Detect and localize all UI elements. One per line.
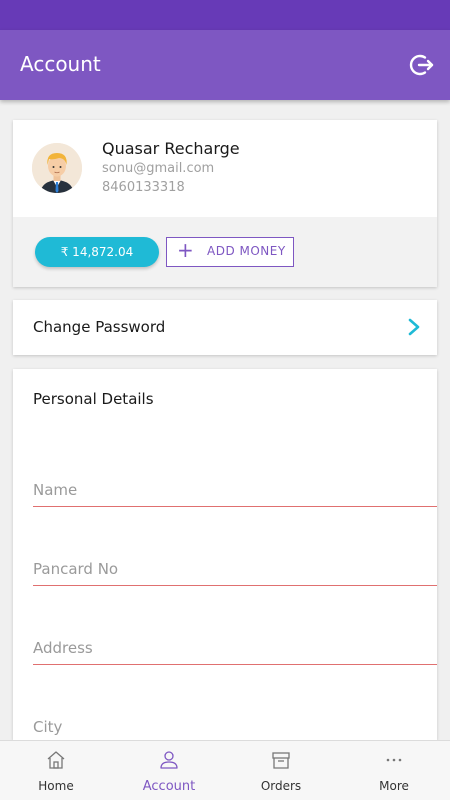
city-field-wrapper (33, 710, 437, 744)
user-email: sonu@gmail.com (102, 161, 215, 176)
add-money-button[interactable]: + ADD MONEY (166, 237, 294, 267)
status-bar (0, 0, 450, 30)
pancard-field-wrapper (33, 552, 437, 586)
wallet-section: ₹ 14,872.04 + ADD MONEY (13, 217, 437, 287)
add-money-label: ADD MONEY (207, 244, 286, 258)
bottom-nav: Home Account Orders More (0, 740, 450, 800)
nav-orders[interactable]: Orders (225, 741, 337, 800)
more-icon (386, 758, 402, 762)
pancard-field[interactable] (33, 552, 437, 585)
plus-icon: + (177, 238, 194, 262)
logout-button[interactable] (408, 51, 436, 79)
avatar (32, 143, 82, 193)
city-field[interactable] (33, 710, 437, 744)
nav-more-label: More (379, 779, 409, 793)
personal-details-card: Personal Details (13, 369, 437, 744)
nav-more[interactable]: More (338, 741, 450, 800)
change-password-row[interactable]: Change Password (13, 300, 437, 355)
user-icon (160, 751, 178, 769)
wallet-balance[interactable]: ₹ 14,872.04 (35, 237, 159, 267)
section-title: Personal Details (33, 390, 154, 408)
app-bar: Account (0, 30, 450, 100)
profile-card: Quasar Recharge sonu@gmail.com 846013331… (13, 120, 437, 287)
nav-account-label: Account (142, 779, 196, 794)
user-name: Quasar Recharge (102, 139, 240, 158)
nav-home-label: Home (38, 779, 74, 793)
name-field[interactable] (33, 473, 437, 506)
chevron-right-icon (408, 318, 420, 336)
change-password-label: Change Password (33, 318, 166, 336)
nav-account[interactable]: Account (113, 741, 225, 800)
address-field[interactable] (33, 631, 437, 664)
home-icon (47, 751, 65, 769)
nav-home[interactable]: Home (0, 741, 112, 800)
address-field-wrapper (33, 631, 437, 665)
name-field-wrapper (33, 473, 437, 507)
logout-icon (409, 54, 434, 76)
archive-icon (272, 752, 290, 769)
user-phone: 8460133318 (102, 180, 185, 195)
page-title: Account (20, 52, 101, 76)
nav-orders-label: Orders (260, 779, 302, 793)
